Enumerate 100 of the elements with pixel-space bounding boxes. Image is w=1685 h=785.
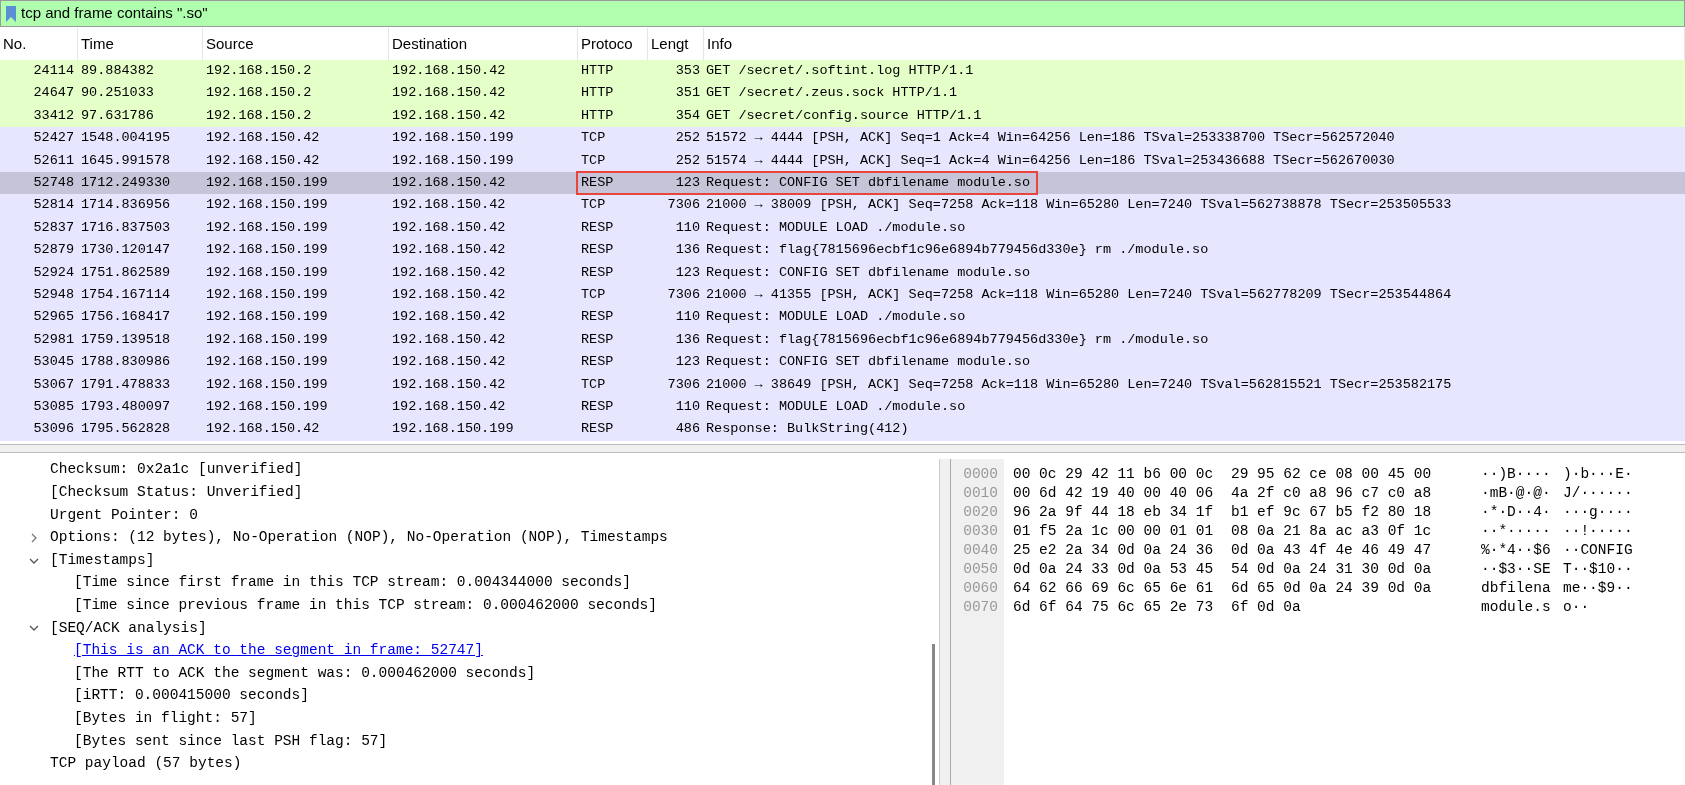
hex-bytes: 01 f5 2a 1c 00 00 01 01 bbox=[1013, 521, 1215, 541]
packet-row[interactable]: 52879 1730.120147 192.168.150.199 192.168.150.42 RESP 136 Request: flag{7815696ecbf1c96e6894b779456d330e} rm ./module.so bbox=[0, 239, 1685, 262]
packet-time: 1793.480097 bbox=[80, 397, 172, 416]
packet-number: 53096 bbox=[32, 420, 75, 439]
packet-info: Request: flag{7815696ecbf1c96e6894b779456d330e} rm ./module.so bbox=[705, 330, 1209, 349]
detail-field[interactable]: [SEQ/ACK analysis] bbox=[50, 617, 207, 640]
packet-info: 51572 → 4444 [PSH, ACK] Seq=1 Ack=4 Win=64256 Len=186 TSval=253338700 TSecr=562572040 bbox=[705, 129, 1395, 148]
ascii-bytes: ··)B···· bbox=[1481, 464, 1552, 484]
packet-row[interactable]: 33412 97.631786 192.168.150.2 192.168.150.42 HTTP 354 GET /secret/config.source HTTP/1.1 bbox=[0, 104, 1685, 128]
packet-protocol: RESP bbox=[580, 397, 615, 416]
packet-info: GET /secret/.softint.log HTTP/1.1 bbox=[705, 62, 974, 81]
packet-destination: 192.168.150.42 bbox=[391, 353, 507, 372]
packet-row[interactable]: 24647 90.251033 192.168.150.2 192.168.150.42 HTTP 351 GET /secret/.zeus.sock HTTP/1.1 bbox=[0, 82, 1685, 105]
ascii-bytes: ··!····· bbox=[1563, 521, 1633, 541]
packet-row[interactable]: 53085 1793.480097 192.168.150.199 192.168.150.42 RESP 110 Request: MODULE LOAD ./module.so bbox=[0, 395, 1685, 419]
packet-source: 192.168.150.2 bbox=[205, 62, 313, 81]
packet-time: 1788.830986 bbox=[80, 353, 172, 372]
packet-source: 192.168.150.199 bbox=[205, 196, 329, 215]
packet-protocol: RESP bbox=[580, 330, 615, 349]
packet-info: Request: MODULE LOAD ./module.so bbox=[705, 397, 966, 416]
hex-bytes: 6d 6f 64 75 6c 65 2e 73 bbox=[1013, 597, 1215, 617]
packet-destination: 192.168.150.42 bbox=[391, 218, 507, 237]
detail-field[interactable]: [Bytes sent since last PSH flag: 57] bbox=[74, 730, 388, 753]
packet-number: 53085 bbox=[32, 397, 75, 416]
bookmark-icon[interactable] bbox=[5, 4, 17, 23]
packet-info: Request: MODULE LOAD ./module.so bbox=[705, 308, 966, 327]
ascii-bytes: J/······ bbox=[1563, 483, 1633, 503]
hex-bytes: 54 0d 0a 24 31 30 0d 0a bbox=[1231, 559, 1433, 579]
packet-length: 486 bbox=[674, 420, 701, 439]
packet-info: 21000 → 38009 [PSH, ACK] Seq=7258 Ack=118 Win=65280 Len=7240 TSval=562738878 TSecr=253505533 bbox=[705, 196, 1452, 215]
scrollbar-thumb[interactable] bbox=[932, 644, 935, 785]
packet-destination: 192.168.150.42 bbox=[391, 196, 507, 215]
detail-field[interactable]: [Time since previous frame in this TCP stream: 0.000462000 seconds] bbox=[74, 595, 657, 617]
detail-field[interactable]: [Bytes in flight: 57] bbox=[74, 707, 257, 730]
detail-field[interactable]: [iRTT: 0.000415000 seconds] bbox=[74, 685, 309, 708]
hex-bytes: b1 ef 9c 67 b5 f2 80 18 bbox=[1231, 502, 1433, 522]
packet-time: 1791.478833 bbox=[80, 375, 172, 394]
packet-time: 1754.167114 bbox=[80, 285, 172, 304]
detail-field[interactable]: [The RTT to ACK the segment was: 0.000462000 seconds] bbox=[74, 662, 536, 685]
packet-info: 21000 → 38649 [PSH, ACK] Seq=7258 Ack=118 Win=65280 Len=7240 TSval=562815521 TSecr=253582175 bbox=[705, 375, 1452, 394]
packet-number: 52879 bbox=[32, 241, 75, 260]
display-filter-field[interactable]: tcp and frame contains ".so" bbox=[0, 0, 1685, 27]
detail-field[interactable]: [Time since first frame in this TCP stream: 0.004344000 seconds] bbox=[74, 572, 631, 595]
byte-offset: 0050 bbox=[963, 559, 998, 579]
packet-row[interactable]: 52948 1754.167114 192.168.150.199 192.168.150.42 TCP 7306 21000 → 41355 [PSH, ACK] Seq=7258 Ack=118 Win=65280 Len=7240 TSval=562778209 TSecr=253544864 bbox=[0, 283, 1685, 307]
packet-length: 353 bbox=[674, 62, 701, 81]
detail-field[interactable]: [Checksum Status: Unverified] bbox=[50, 482, 303, 504]
packet-protocol: TCP bbox=[580, 129, 607, 148]
packet-length: 7306 bbox=[666, 196, 701, 215]
packet-row[interactable]: 52965 1756.168417 192.168.150.199 192.168.150.42 RESP 110 Request: MODULE LOAD ./module.so bbox=[0, 306, 1685, 329]
packet-protocol: RESP bbox=[580, 420, 615, 439]
ascii-bytes: ··*····· bbox=[1481, 521, 1552, 541]
packet-destination: 192.168.150.42 bbox=[391, 375, 507, 394]
packet-length: 354 bbox=[674, 106, 701, 125]
packet-row[interactable]: 53096 1795.562828 192.168.150.42 192.168.150.199 RESP 486 Response: BulkString(412) bbox=[0, 418, 1685, 441]
packet-time: 1795.562828 bbox=[80, 420, 172, 439]
packet-row[interactable]: 52611 1645.991578 192.168.150.42 192.168.150.199 TCP 252 51574 → 4444 [PSH, ACK] Seq=1 Ack=4 Win=64256 Len=186 TSval=253436688 TSecr=562670030 bbox=[0, 149, 1685, 172]
detail-field[interactable]: TCP payload (57 bytes) bbox=[50, 753, 242, 775]
packet-time: 1751.862589 bbox=[80, 263, 172, 282]
packet-protocol: RESP bbox=[580, 353, 615, 372]
packet-protocol: RESP bbox=[580, 174, 615, 193]
packet-length: 123 bbox=[674, 174, 701, 193]
packet-number: 52611 bbox=[32, 151, 75, 170]
packet-info: Request: MODULE LOAD ./module.so bbox=[705, 218, 966, 237]
packet-row[interactable]: 52837 1716.837503 192.168.150.199 192.168.150.42 RESP 110 Request: MODULE LOAD ./module.so bbox=[0, 216, 1685, 240]
packet-time: 97.631786 bbox=[80, 106, 155, 125]
packet-row[interactable]: 52748 1712.249330 192.168.150.199 192.168.150.42 RESP 123 Request: CONFIG SET dbfilename module.so bbox=[0, 171, 1685, 195]
packet-length: 351 bbox=[674, 84, 701, 103]
detail-field[interactable]: Urgent Pointer: 0 bbox=[50, 504, 198, 527]
packet-source: 192.168.150.42 bbox=[205, 129, 321, 148]
packet-row[interactable]: 52924 1751.862589 192.168.150.199 192.168.150.42 RESP 123 Request: CONFIG SET dbfilename module.so bbox=[0, 261, 1685, 284]
ascii-bytes: ···g···· bbox=[1563, 502, 1633, 522]
pane-splitter[interactable] bbox=[0, 445, 1685, 453]
packet-time: 90.251033 bbox=[80, 84, 155, 103]
packet-row[interactable]: 24114 89.884382 192.168.150.2 192.168.150.42 HTTP 353 GET /secret/.softint.log HTTP/1.1 bbox=[0, 60, 1685, 83]
packet-number: 52748 bbox=[32, 174, 75, 192]
packet-row[interactable]: 53067 1791.478833 192.168.150.199 192.168.150.42 TCP 7306 21000 → 38649 [PSH, ACK] Seq=7258 Ack=118 Win=65280 Len=7240 TSval=562815521 TSecr=253582175 bbox=[0, 373, 1685, 396]
packet-length: 110 bbox=[674, 308, 701, 327]
detail-field[interactable]: Options: (12 bytes), No-Operation (NOP), No-Operation (NOP), Timestamps bbox=[50, 527, 668, 549]
packet-source: 192.168.150.199 bbox=[205, 285, 329, 304]
detail-field[interactable]: [Timestamps] bbox=[50, 549, 155, 572]
packet-source: 192.168.150.2 bbox=[205, 84, 313, 103]
packet-time: 1756.168417 bbox=[80, 308, 172, 327]
packet-destination: 192.168.150.199 bbox=[391, 151, 515, 170]
packet-destination: 192.168.150.42 bbox=[391, 174, 507, 192]
packet-row[interactable]: 52981 1759.139518 192.168.150.199 192.168.150.42 RESP 136 Request: flag{7815696ecbf1c96e6894b779456d330e} rm ./module.so bbox=[0, 328, 1685, 352]
hex-bytes: 6f 0d 0a bbox=[1231, 597, 1302, 617]
packet-protocol: RESP bbox=[580, 241, 615, 260]
detail-field[interactable]: Checksum: 0x2a1c [unverified] bbox=[50, 459, 303, 482]
hex-bytes: 25 e2 2a 34 0d 0a 24 36 bbox=[1013, 540, 1215, 560]
packet-row[interactable]: 52427 1548.004195 192.168.150.42 192.168.150.199 TCP 252 51572 → 4444 [PSH, ACK] Seq=1 Ack=4 Win=64256 Len=186 TSval=253338700 TSecr=562572040 bbox=[0, 127, 1685, 150]
packet-length: 123 bbox=[674, 263, 701, 282]
packet-number: 53045 bbox=[32, 353, 75, 372]
byte-offset: 0020 bbox=[963, 502, 998, 522]
packet-destination: 192.168.150.42 bbox=[391, 241, 507, 260]
packet-protocol: HTTP bbox=[580, 106, 615, 125]
packet-protocol: RESP bbox=[580, 218, 615, 237]
packet-row[interactable]: 52814 1714.836956 192.168.150.199 192.168.150.42 TCP 7306 21000 → 38009 [PSH, ACK] Seq=7258 Ack=118 Win=65280 Len=7240 TSval=562738878 TSecr=253505533 bbox=[0, 194, 1685, 217]
frame-link[interactable]: [This is an ACK to the segment in frame: 52747] bbox=[74, 640, 483, 662]
packet-row[interactable]: 53045 1788.830986 192.168.150.199 192.168.150.42 RESP 123 Request: CONFIG SET dbfilename module.so bbox=[0, 351, 1685, 374]
